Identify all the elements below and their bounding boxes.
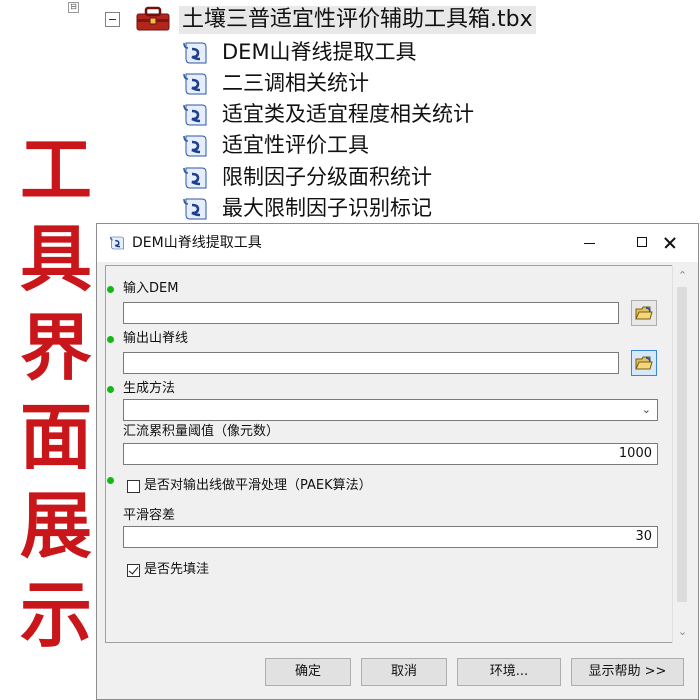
environments-button[interactable]: 环境... <box>457 658 561 686</box>
script-tool-icon <box>183 135 207 157</box>
smooth-checkbox[interactable] <box>127 480 140 493</box>
tree-item-label: 限制因子分级面积统计 <box>222 165 432 189</box>
script-tool-icon <box>183 104 207 126</box>
minimize-button[interactable] <box>563 224 615 262</box>
open-folder-icon <box>635 306 653 320</box>
script-tool-icon <box>183 42 207 64</box>
required-indicator <box>107 386 114 393</box>
show-help-button[interactable]: 显示帮助 >> <box>571 658 684 686</box>
threshold-label: 汇流累积量阈值（像元数） <box>123 424 280 439</box>
caption-char: 面 <box>19 394 92 479</box>
open-folder-icon <box>635 356 653 370</box>
tree-item-label: 适宜性评价工具 <box>222 133 369 157</box>
fill-checkbox[interactable] <box>127 564 140 577</box>
chevron-down-icon: ⌄ <box>641 403 651 416</box>
dialog-titlebar[interactable]: DEM山脊线提取工具 <box>97 224 698 262</box>
dialog-title: DEM山脊线提取工具 <box>132 235 262 251</box>
vertical-caption: 工 具 界 面 展 示 <box>16 125 96 659</box>
method-dropdown[interactable]: ⌄ <box>123 399 658 421</box>
fill-label: 是否先填洼 <box>144 562 210 577</box>
collapse-toggle[interactable] <box>105 12 120 27</box>
scroll-thumb[interactable] <box>677 287 687 602</box>
script-tool-icon <box>183 167 207 189</box>
tree-item-label: 最大限制因子识别标记 <box>222 196 432 220</box>
close-button[interactable] <box>641 224 697 262</box>
tree-item-label: DEM山脊线提取工具 <box>222 40 417 64</box>
caption-char: 工 <box>19 127 92 212</box>
tree-item-label: 二三调相关统计 <box>222 71 369 95</box>
input-dem-field[interactable] <box>123 302 619 324</box>
tree-item-label: 适宜类及适宜程度相关统计 <box>222 102 474 126</box>
catalog-tree: ⊟ 土壤三普适宜性评价辅助工具箱.tbx DEM山脊线提取工具 二三调相关统计 … <box>0 0 700 230</box>
output-ridge-label: 输出山脊线 <box>123 331 189 346</box>
input-dem-browse-button[interactable] <box>631 300 657 326</box>
required-indicator <box>107 336 114 343</box>
required-indicator <box>107 477 114 484</box>
tolerance-field[interactable]: 30 <box>123 526 658 548</box>
scroll-down-icon[interactable]: ⌄ <box>673 623 692 641</box>
collapse-marker[interactable]: ⊟ <box>68 2 79 13</box>
toolbox-name[interactable]: 土壤三普适宜性评价辅助工具箱.tbx <box>179 6 536 34</box>
ok-button[interactable]: 确定 <box>265 658 351 686</box>
toolbox-icon <box>136 6 170 31</box>
method-label: 生成方法 <box>123 381 176 396</box>
tolerance-label: 平滑容差 <box>123 508 176 523</box>
cancel-button[interactable]: 取消 <box>361 658 447 686</box>
script-tool-icon <box>109 236 124 250</box>
threshold-field[interactable]: 1000 <box>123 443 658 465</box>
script-tool-icon <box>183 73 207 95</box>
tool-dialog: DEM山脊线提取工具 输入DEM 输出山脊线 生成方法 ⌄ 汇流累积量阈值（像元… <box>96 223 699 700</box>
output-ridge-field[interactable] <box>123 352 619 374</box>
caption-char: 界 <box>19 305 92 390</box>
required-indicator <box>107 286 114 293</box>
parameters-panel: 输入DEM 输出山脊线 生成方法 ⌄ 汇流累积量阈值（像元数） 1000 是否对… <box>105 265 681 643</box>
caption-char: 具 <box>19 216 92 301</box>
output-ridge-browse-button[interactable] <box>631 350 657 376</box>
script-tool-icon <box>183 198 207 220</box>
caption-char: 示 <box>19 572 92 657</box>
input-dem-label: 输入DEM <box>123 281 179 296</box>
smooth-label: 是否对输出线做平滑处理（PAEK算法） <box>144 478 372 493</box>
caption-char: 展 <box>19 483 92 568</box>
scroll-up-icon[interactable]: ⌃ <box>673 267 692 285</box>
vertical-scrollbar[interactable]: ⌃ ⌄ <box>672 265 692 643</box>
